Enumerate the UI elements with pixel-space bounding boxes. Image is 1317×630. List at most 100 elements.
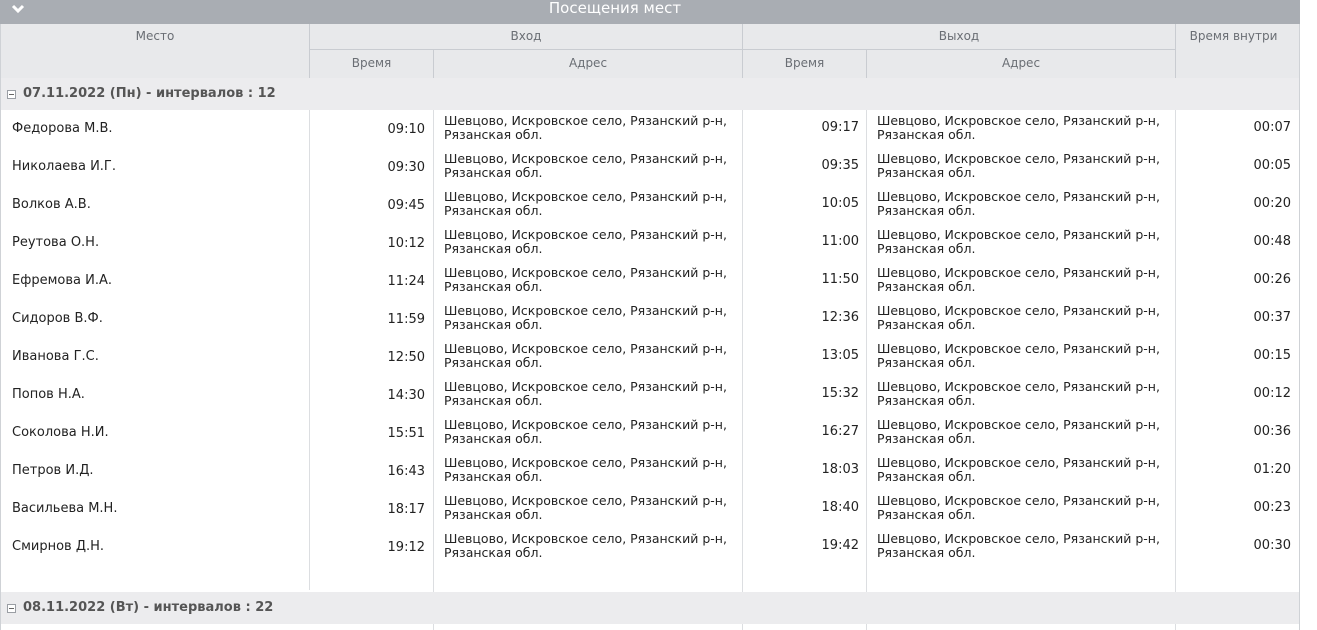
column-divider bbox=[1175, 24, 1176, 78]
table-header: Место Вход Выход Время внутри Время Адре… bbox=[1, 24, 1299, 79]
table-row[interactable]: Попов Н.А. 14:30 Шевцово, Искровское село,… bbox=[1, 376, 1299, 414]
entry-address: Шевцово, Искровское село, Рязанский р-н,… bbox=[444, 303, 727, 332]
header-duration[interactable]: Время внутри bbox=[1176, 29, 1291, 43]
entry-time: 19:12 bbox=[387, 540, 425, 555]
exit-address: Шевцово, Искровское село, Рязанский р-н,… bbox=[877, 455, 1160, 484]
header-entry[interactable]: Вход bbox=[310, 29, 742, 43]
exit-time: 09:35 bbox=[821, 158, 859, 173]
table-row[interactable]: Волков А.В. 09:45 Шевцово, Искровское село… bbox=[1, 186, 1299, 224]
entry-time: 11:59 bbox=[387, 312, 425, 327]
entry-time: 18:17 bbox=[387, 502, 425, 517]
exit-time: 12:36 bbox=[821, 310, 859, 325]
entry-address: Шевцово, Искровское село, Рязанский р-н,… bbox=[444, 455, 727, 484]
exit-time: 11:00 bbox=[821, 234, 859, 249]
time-inside: 00:12 bbox=[1253, 386, 1291, 401]
group-row[interactable]: 08.11.2022 (Вт) - интервалов : 22 bbox=[1, 592, 1299, 624]
time-inside: 00:07 bbox=[1253, 120, 1291, 135]
header-entry-address[interactable]: Адрес bbox=[434, 56, 742, 70]
time-inside: 00:48 bbox=[1253, 234, 1291, 249]
exit-address: Шевцово, Искровское село, Рязанский р-н,… bbox=[877, 531, 1160, 560]
entry-time: 09:30 bbox=[387, 160, 425, 175]
exit-address: Шевцово, Искровское село, Рязанский р-н,… bbox=[877, 341, 1160, 370]
entry-address: Шевцово, Искровское село, Рязанский р-н,… bbox=[444, 189, 727, 218]
person-name: Николаева И.Г. bbox=[12, 159, 116, 174]
table-row[interactable]: Петров И.Д. 16:43 Шевцово, Искровское село… bbox=[1, 452, 1299, 490]
person-name: Волков А.В. bbox=[12, 197, 91, 212]
time-inside: 00:30 bbox=[1253, 538, 1291, 553]
column-divider bbox=[433, 49, 434, 78]
person-name: Васильева М.Н. bbox=[12, 501, 118, 516]
exit-address: Шевцово, Искровское село, Рязанский р-н,… bbox=[877, 265, 1160, 294]
column-divider bbox=[742, 24, 743, 78]
exit-address: Шевцово, Искровское село, Рязанский р-н,… bbox=[877, 113, 1160, 142]
exit-time: 19:42 bbox=[821, 538, 859, 553]
table-row[interactable]: Смирнов Д.Н. 19:12 Шевцово, Искровское сел… bbox=[1, 528, 1299, 566]
person-name: Смирнов Д.Н. bbox=[12, 539, 105, 554]
time-inside: 00:05 bbox=[1253, 158, 1291, 173]
person-name: Соколова Н.И. bbox=[12, 425, 109, 440]
person-name: Попов Н.А. bbox=[12, 387, 85, 402]
table-row[interactable]: Ефремова И.А. 11:24 Шевцово, Искровское се… bbox=[1, 262, 1299, 300]
group-label: 07.11.2022 (Пн) - интервалов : 12 bbox=[23, 86, 276, 101]
table-row[interactable]: Федорова М.В. 09:10 Шевцово, Искровское се… bbox=[1, 110, 1299, 148]
time-inside: 00:23 bbox=[1253, 500, 1291, 515]
entry-time: 11:24 bbox=[387, 274, 425, 289]
time-inside: 01:20 bbox=[1253, 462, 1291, 477]
exit-address: Шевцово, Искровское село, Рязанский р-н,… bbox=[877, 227, 1160, 256]
header-place[interactable]: Место bbox=[1, 29, 309, 43]
table-row[interactable]: Иванова Г.С. 12:50 Шевцово, Искровское сел… bbox=[1, 338, 1299, 376]
time-inside: 00:37 bbox=[1253, 310, 1291, 325]
collapse-icon[interactable] bbox=[7, 604, 16, 613]
time-inside: 00:36 bbox=[1253, 424, 1291, 439]
group-label: 08.11.2022 (Вт) - интервалов : 22 bbox=[23, 600, 274, 615]
person-name: Ефремова И.А. bbox=[12, 273, 112, 288]
header-exit-address[interactable]: Адрес bbox=[867, 56, 1175, 70]
window-title: Посещения мест bbox=[548, 0, 682, 17]
table-row[interactable]: Соколова Н.И. 15:51 Шевцово, Искровское се… bbox=[1, 414, 1299, 452]
entry-time: 10:12 bbox=[387, 236, 425, 251]
table-row[interactable]: Сидоров В.Ф. 11:59 Шевцово, Искровское сел… bbox=[1, 300, 1299, 338]
column-divider bbox=[309, 24, 310, 78]
exit-time: 13:05 bbox=[821, 348, 859, 363]
exit-time: 16:27 bbox=[821, 424, 859, 439]
entry-address: Шевцово, Искровское село, Рязанский р-н,… bbox=[444, 531, 727, 560]
header-entry-time[interactable]: Время bbox=[310, 56, 433, 70]
entry-address: Шевцово, Искровское село, Рязанский р-н,… bbox=[444, 265, 727, 294]
exit-time: 09:17 bbox=[821, 120, 859, 135]
entry-time: 09:45 bbox=[387, 198, 425, 213]
exit-address: Шевцово, Искровское село, Рязанский р-н,… bbox=[877, 417, 1160, 446]
exit-time: 18:40 bbox=[821, 500, 859, 515]
exit-address: Шевцово, Искровское село, Рязанский р-н,… bbox=[877, 303, 1160, 332]
entry-address: Шевцово, Искровское село, Рязанский р-н,… bbox=[444, 151, 727, 180]
entry-time: 16:43 bbox=[387, 464, 425, 479]
person-name: Петров И.Д. bbox=[12, 463, 94, 478]
time-inside: 00:20 bbox=[1253, 196, 1291, 211]
entry-address: Шевцово, Искровское село, Рязанский р-н,… bbox=[444, 227, 727, 256]
entry-address: Шевцово, Искровское село, Рязанский р-н,… bbox=[444, 493, 727, 522]
person-name: Реутова О.Н. bbox=[12, 235, 100, 250]
table-body: Федорова М.В. 09:10 Шевцово, Искровское се… bbox=[1, 110, 1299, 590]
person-name: Иванова Г.С. bbox=[12, 349, 99, 364]
header-exit-time[interactable]: Время bbox=[743, 56, 866, 70]
table-row[interactable]: Реутова О.Н. 10:12 Шевцово, Искровское сел… bbox=[1, 224, 1299, 262]
exit-address: Шевцово, Искровское село, Рязанский р-н,… bbox=[877, 379, 1160, 408]
entry-address: Шевцово, Искровское село, Рязанский р-н,… bbox=[444, 341, 727, 370]
collapse-icon[interactable] bbox=[7, 90, 16, 99]
entry-address: Шевцово, Искровское село, Рязанский р-н,… bbox=[444, 417, 727, 446]
exit-time: 11:50 bbox=[821, 272, 859, 287]
exit-time: 10:05 bbox=[821, 196, 859, 211]
column-divider bbox=[866, 49, 867, 78]
group-row[interactable]: 07.11.2022 (Пн) - интервалов : 12 bbox=[1, 78, 1299, 110]
time-inside: 00:15 bbox=[1253, 348, 1291, 363]
person-name: Федорова М.В. bbox=[12, 121, 113, 136]
visits-grid: Место Вход Выход Время внутри Время Адре… bbox=[0, 24, 1300, 630]
exit-address: Шевцово, Искровское село, Рязанский р-н,… bbox=[877, 189, 1160, 218]
entry-address: Шевцово, Искровское село, Рязанский р-н,… bbox=[444, 379, 727, 408]
exit-address: Шевцово, Искровское село, Рязанский р-н,… bbox=[877, 151, 1160, 180]
header-exit[interactable]: Выход bbox=[743, 29, 1175, 43]
entry-time: 15:51 bbox=[387, 426, 425, 441]
table-row[interactable]: Николаева И.Г. 09:30 Шевцово, Искровское с… bbox=[1, 148, 1299, 186]
window-titlebar: Посещения мест bbox=[0, 0, 1300, 24]
table-row[interactable]: Васильева М.Н. 18:17 Шевцово, Искровское с… bbox=[1, 490, 1299, 528]
exit-time: 18:03 bbox=[821, 462, 859, 477]
